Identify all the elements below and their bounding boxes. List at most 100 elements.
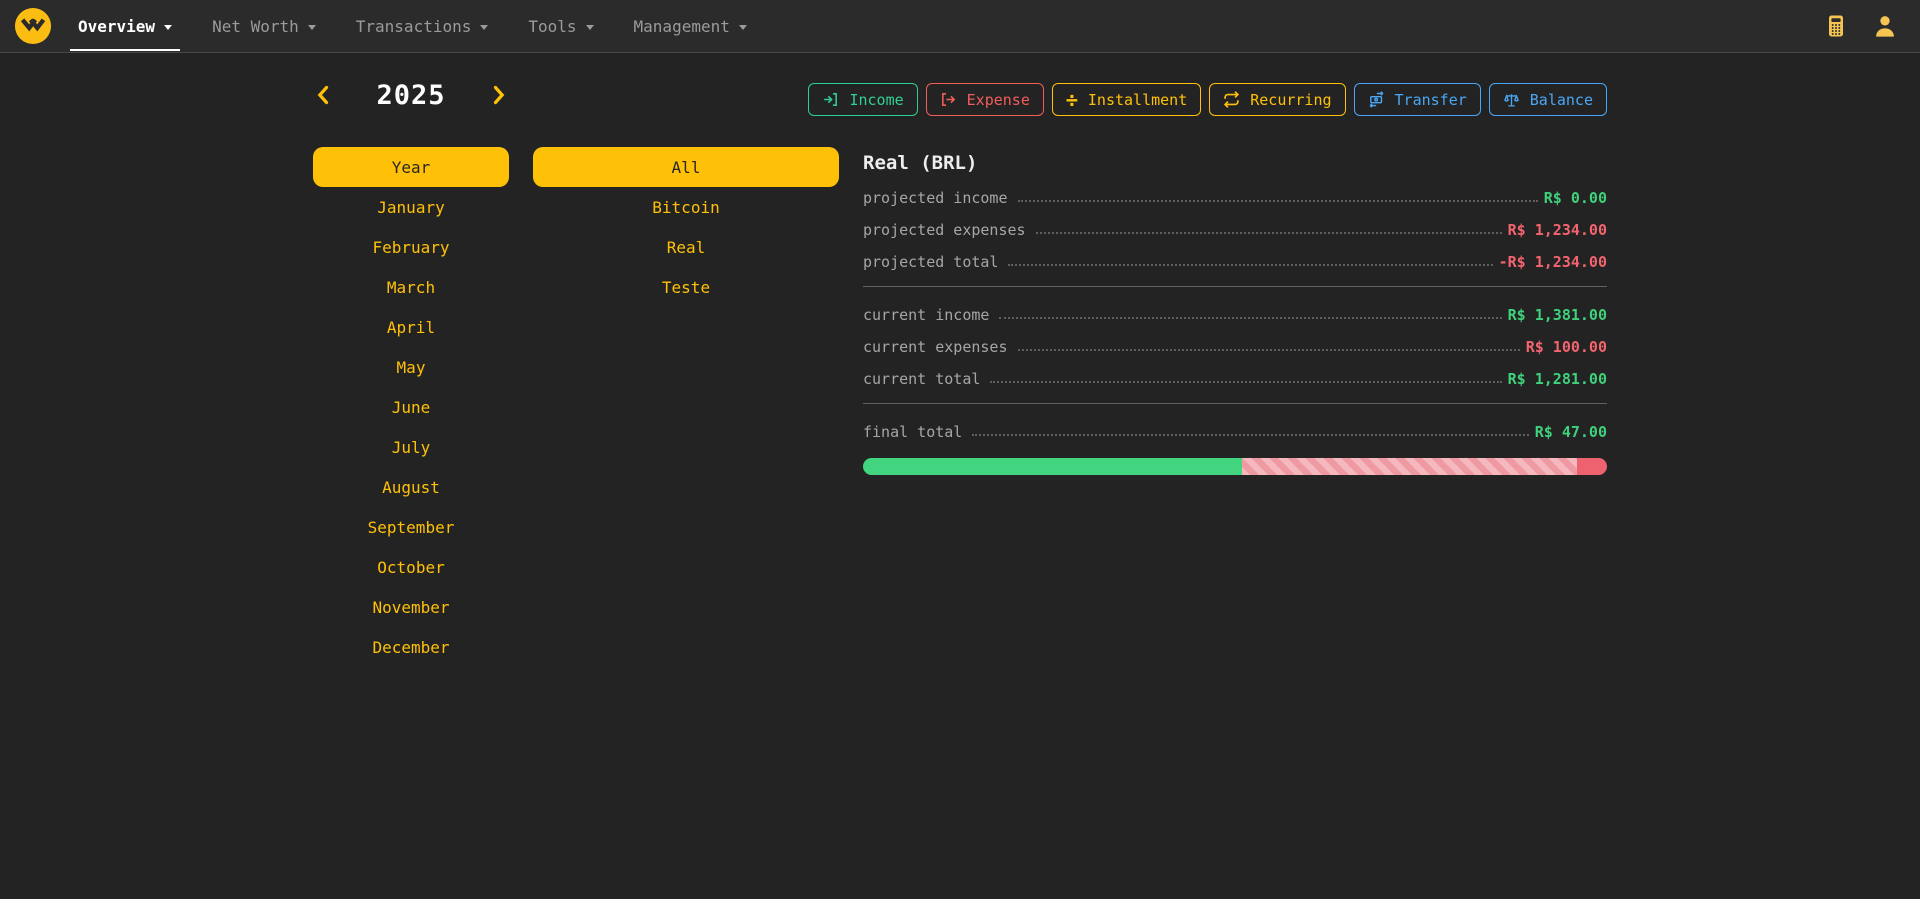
account-list: Bitcoin Real Teste	[533, 187, 839, 307]
expense-button-label: Expense	[967, 91, 1030, 109]
installment-button[interactable]: ÷ Installment	[1052, 83, 1201, 116]
row-value: R$ 100.00	[1526, 338, 1607, 361]
summary-row-current-total: current total R$ 1,281.00	[863, 361, 1607, 393]
chevron-down-icon	[308, 25, 316, 30]
month-link-may[interactable]: May	[397, 358, 426, 377]
month-link-january[interactable]: January	[377, 198, 444, 217]
month-link-october[interactable]: October	[377, 558, 444, 577]
nav-item-management[interactable]: Management	[634, 0, 747, 53]
installment-button-label: Installment	[1088, 91, 1187, 109]
expense-button[interactable]: Expense	[926, 83, 1044, 116]
year-label: 2025	[376, 80, 445, 111]
month-link-september[interactable]: September	[368, 518, 455, 537]
summary-row-final-total: final total R$ 47.00	[863, 414, 1607, 446]
current-group: current income R$ 1,381.00 current expen…	[863, 297, 1607, 393]
projected-group: projected income R$ 0.00 projected expen…	[863, 180, 1607, 276]
balance-scale-icon	[1503, 91, 1520, 108]
row-label: current total	[863, 370, 980, 393]
month-link-april[interactable]: April	[387, 318, 435, 337]
transfer-button[interactable]: Transfer	[1354, 83, 1481, 116]
row-value: -R$ 1,234.00	[1499, 253, 1607, 276]
next-year-button[interactable]	[491, 84, 507, 106]
calculator-button[interactable]	[1824, 14, 1848, 38]
month-link-february[interactable]: February	[372, 238, 449, 257]
summary-row-current-expenses: current expenses R$ 100.00	[863, 329, 1607, 361]
row-value: R$ 47.00	[1535, 423, 1607, 446]
nav-menu: Overview Net Worth Transactions Tools Ma…	[78, 0, 747, 52]
dotted-leader	[1018, 200, 1538, 202]
month-link-august[interactable]: August	[382, 478, 440, 497]
income-button-label: Income	[849, 91, 903, 109]
chevron-right-icon	[491, 84, 507, 106]
nav-item-label: Management	[634, 17, 730, 36]
year-mode-button[interactable]: Year	[313, 147, 509, 187]
calculator-icon	[1824, 14, 1848, 38]
nav-item-label: Overview	[78, 17, 155, 36]
chevron-left-icon	[315, 84, 331, 106]
all-accounts-button[interactable]: All	[533, 147, 839, 187]
chevron-down-icon	[739, 25, 747, 30]
dotted-leader	[1008, 264, 1492, 266]
chevron-down-icon	[480, 25, 488, 30]
period-column: 2025 Year January February March April M…	[313, 73, 509, 667]
row-label: current income	[863, 306, 989, 329]
nav-item-label: Tools	[528, 17, 576, 36]
recurring-button[interactable]: Recurring	[1209, 83, 1345, 116]
divider	[863, 403, 1607, 404]
summary-row-current-income: current income R$ 1,381.00	[863, 297, 1607, 329]
action-toolbar: Income Expense ÷ Installment	[863, 83, 1607, 116]
row-value: R$ 1,234.00	[1508, 221, 1607, 244]
divider	[863, 286, 1607, 287]
divide-icon: ÷	[1066, 90, 1078, 110]
nav-item-net-worth[interactable]: Net Worth	[212, 0, 316, 53]
account-link-bitcoin[interactable]: Bitcoin	[652, 198, 719, 217]
nav-item-label: Net Worth	[212, 17, 299, 36]
summary-row-projected-income: projected income R$ 0.00	[863, 180, 1607, 212]
repeat-icon	[1223, 91, 1240, 108]
chevron-down-icon	[164, 25, 172, 30]
month-link-june[interactable]: June	[392, 398, 431, 417]
row-label: projected total	[863, 253, 998, 276]
accounts-column: All Bitcoin Real Teste	[533, 73, 839, 667]
money-transfer-icon	[1368, 91, 1385, 108]
row-label: projected income	[863, 189, 1008, 212]
navbar-right	[1824, 13, 1906, 39]
account-link-real[interactable]: Real	[667, 238, 706, 257]
previous-year-button[interactable]	[315, 84, 331, 106]
nav-item-overview[interactable]: Overview	[78, 0, 172, 53]
progress-segment-striped	[1242, 458, 1577, 475]
row-value: R$ 1,281.00	[1508, 370, 1607, 393]
month-link-march[interactable]: March	[387, 278, 435, 297]
month-link-november[interactable]: November	[372, 598, 449, 617]
income-button[interactable]: Income	[808, 83, 917, 116]
currency-section-title: Real (BRL)	[863, 152, 1607, 174]
progress-segment-green	[863, 458, 1242, 475]
row-label: final total	[863, 423, 962, 446]
month-link-december[interactable]: December	[372, 638, 449, 657]
sign-in-arrow-icon	[822, 91, 839, 108]
dotted-leader	[999, 317, 1501, 319]
month-link-july[interactable]: July	[392, 438, 431, 457]
progress-segment-red	[1577, 458, 1607, 475]
nav-item-transactions[interactable]: Transactions	[356, 0, 489, 53]
row-label: projected expenses	[863, 221, 1026, 244]
brand-logo[interactable]	[14, 7, 52, 45]
user-icon	[1872, 13, 1898, 39]
row-value: R$ 0.00	[1544, 189, 1607, 212]
summary-row-projected-expenses: projected expenses R$ 1,234.00	[863, 212, 1607, 244]
user-profile-button[interactable]	[1872, 13, 1898, 39]
month-list: January February March April May June Ju…	[313, 187, 509, 667]
dotted-leader	[1036, 232, 1502, 234]
year-navigator: 2025	[313, 73, 509, 117]
navbar: Overview Net Worth Transactions Tools Ma…	[0, 0, 1920, 53]
budget-progress-bar	[863, 458, 1607, 475]
recurring-button-label: Recurring	[1250, 91, 1331, 109]
summary-row-projected-total: projected total -R$ 1,234.00	[863, 244, 1607, 276]
brand-logo-icon	[14, 7, 52, 45]
nav-item-tools[interactable]: Tools	[528, 0, 593, 53]
dotted-leader	[990, 381, 1501, 383]
balance-button[interactable]: Balance	[1489, 83, 1607, 116]
sign-out-arrow-icon	[940, 91, 957, 108]
row-value: R$ 1,381.00	[1508, 306, 1607, 329]
account-link-teste[interactable]: Teste	[662, 278, 710, 297]
